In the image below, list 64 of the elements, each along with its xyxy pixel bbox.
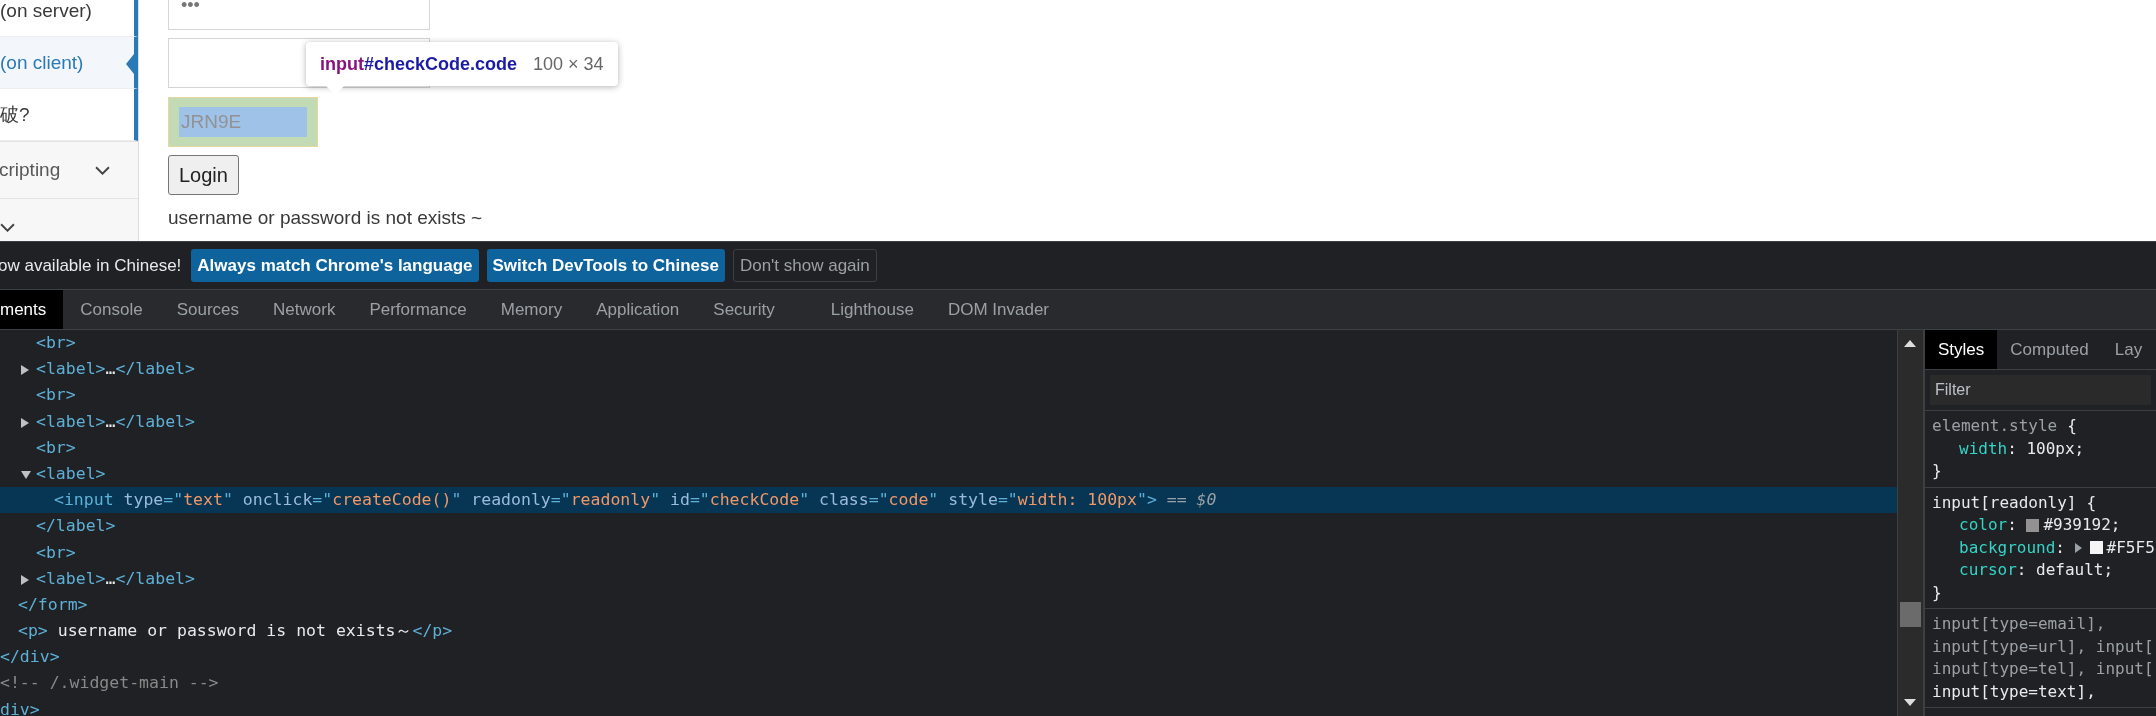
styles-tab[interactable]: Styles [1925,330,1998,369]
expand-triangle-icon[interactable] [21,417,29,428]
devtools-tab[interactable]: DOM Invader [930,290,1066,329]
sidebar-item[interactable]: (on client) [0,37,138,89]
devtools-tab[interactable]: Console [63,290,160,329]
devtools-tab[interactable]: Memory [483,290,580,329]
dom-line[interactable]: </div> [0,644,1897,671]
dom-line[interactable]: <p> username or password is not exists～</p> [0,618,1897,645]
dom-line[interactable]: <label> [0,460,1897,488]
infobar-button[interactable]: Always match Chrome's language [191,249,479,282]
filter-field[interactable]: Filter [1930,375,2151,405]
css-declaration[interactable]: cursor: default; [1932,559,2156,582]
dom-line[interactable]: <br> [0,539,1897,566]
css-declaration[interactable]: background: #F5F5 [1932,536,2156,559]
scrollbar-drawing[interactable] [1897,330,1925,716]
css-selector: input[readonly] [1932,492,2077,512]
sidebar-group-label: cripting [0,159,61,181]
styles-tab[interactable]: Computed [1997,330,2102,369]
dom-line[interactable]: <label>…</label> [0,356,1897,383]
dom-line[interactable]: div> [0,696,1897,716]
color-swatch[interactable] [2089,541,2103,555]
error-message: username or password is not exists ~ [168,207,483,229]
expand-triangle-icon[interactable] [21,365,29,376]
dom-line[interactable]: <!-- /.widget-main --> [0,670,1897,697]
tooltip-size: 100 × 34 [533,53,604,75]
styles-tab[interactable]: Lay [2101,330,2156,369]
expand-triangle-icon[interactable] [21,470,31,479]
expand-triangle-icon[interactable] [2074,542,2082,553]
css-selector: element.style [1932,416,2058,435]
dom-line[interactable]: <br> [0,382,1897,409]
css-selector: input[type=url], input[ [1932,636,2154,656]
devtools-tab[interactable]: Application [579,290,697,329]
password-field[interactable]: ••• [168,0,430,30]
infobar-button[interactable]: Don't show again [732,249,877,282]
brace: { [2067,416,2077,435]
dom-line[interactable]: </form> [0,591,1897,619]
color-swatch[interactable] [2026,518,2040,532]
devtools-tab[interactable]: Performance [352,290,484,329]
tooltip-selector: #checkCode.code [364,53,518,75]
devtools-tab[interactable]: Security [696,290,792,329]
dom-line[interactable]: <label>…</label> [0,408,1897,435]
devtools-tab[interactable]: Network [256,290,353,329]
dom-line[interactable]: <label>…</label> [0,565,1897,592]
devtools-tab[interactable]: Lighthouse [813,290,931,329]
css-declaration[interactable]: color: #939192; [1932,514,2156,537]
login-button[interactable]: Login [168,155,239,195]
css-declaration[interactable]: width: 100px; [1932,437,2156,460]
infobar-button[interactable]: Switch DevTools to Chinese [486,249,725,282]
sidebar-group[interactable]: cripting [0,141,138,198]
css-selector: input[type=tel], input[ [1932,659,2154,678]
brace: { [2086,492,2097,512]
dom-line[interactable]: </label> [0,513,1897,540]
brace: } [1932,582,1942,602]
devtools-tab[interactable]: ments [0,290,64,329]
devtools-tab[interactable]: Sources [159,290,257,329]
expand-triangle-icon[interactable] [21,574,29,585]
tooltip-tag: input [320,53,364,75]
brace: } [1932,461,1942,480]
css-selector: input[type=email], [1932,614,2106,633]
chevron-down-icon [0,222,15,232]
css-selector: input[type=text], [1932,681,2096,701]
dom-line[interactable]: <br> [0,330,1897,357]
chevron-down-icon [95,165,110,175]
dom-line[interactable]: <br> [0,434,1897,461]
